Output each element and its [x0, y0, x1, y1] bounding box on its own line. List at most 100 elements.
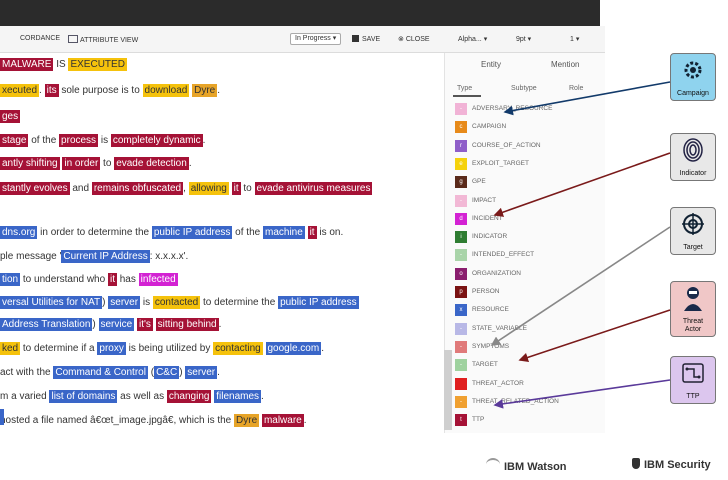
entity-type-swatch: x — [455, 304, 467, 317]
ttp-label: TTP — [686, 393, 700, 400]
entity-mention[interactable]: it — [231, 182, 241, 195]
line-text: act with the — [0, 367, 54, 378]
line-text: to — [100, 158, 115, 169]
indicator-badge: Indicator — [670, 133, 716, 181]
close-button[interactable]: ⊗ CLOSE — [398, 35, 430, 43]
entity-mention[interactable]: server — [108, 296, 141, 309]
entity-mention[interactable]: it's — [136, 318, 153, 331]
panel-scrollbar[interactable] — [444, 350, 452, 430]
entity-type-swatch: g — [455, 176, 467, 189]
entity-mention[interactable]: tion — [0, 273, 21, 286]
entity-type-swatch: - — [455, 340, 467, 353]
document-line: versal Utilities for NAT) server is cont… — [0, 295, 359, 311]
ibm-watson-label: IBM Watson — [504, 461, 567, 473]
save-button-label: SAVE — [362, 36, 381, 43]
save-button[interactable]: SAVE — [352, 35, 380, 43]
tab-attribute-view[interactable]: ATTRIBUTE VIEW — [68, 35, 138, 44]
entity-mention[interactable]: versal Utilities for NAT — [0, 296, 103, 309]
entity-type-name: EXPLOIT_TARGET — [472, 159, 529, 167]
entity-mention[interactable]: allowing — [188, 182, 229, 195]
entity-mention[interactable]: changing — [166, 390, 212, 403]
entity-mention[interactable]: download — [142, 84, 190, 97]
tab-mention[interactable]: Mention — [551, 60, 579, 69]
entity-mention[interactable]: in order — [62, 157, 101, 170]
document-line: MALWARE IS EXECUTED — [0, 57, 127, 73]
entity-mention[interactable]: Command & Control — [53, 366, 148, 379]
entity-mention[interactable]: Dyre — [234, 414, 260, 427]
subtab-type[interactable]: Type — [457, 85, 472, 92]
line-text: of the — [28, 135, 60, 146]
entity-mention[interactable]: service — [98, 318, 135, 331]
entity-mention[interactable]: C&C — [154, 366, 180, 379]
entity-mention[interactable]: antly shifting — [0, 157, 60, 170]
entity-mention[interactable]: malware — [261, 414, 304, 427]
subtab-subtype[interactable]: Subtype — [511, 85, 537, 92]
tab-coreference[interactable]: CORDANCE — [20, 35, 60, 42]
document-line: stantly evolves and remains obfuscated, … — [0, 181, 373, 197]
entity-mention[interactable]: remains obfuscated — [91, 182, 184, 195]
entity-mention[interactable]: public IP address — [278, 296, 359, 309]
entity-mention[interactable]: xecuted — [0, 84, 40, 97]
entity-type-name: PERSON — [472, 288, 500, 295]
entity-mention[interactable]: google.com — [265, 342, 322, 355]
entity-type-swatch: - — [455, 194, 467, 207]
font-size-select-value: 9pt — [516, 36, 526, 43]
ibm-watson-logo: IBM Watson — [486, 458, 567, 473]
document-line: xecuted. its sole purpose is to download… — [0, 83, 220, 99]
line-text: to — [240, 183, 255, 194]
entity-type-name: STATE_VARIABLE — [472, 324, 527, 332]
entity-mention[interactable]: Address Translation — [0, 318, 93, 331]
threat-actor-badge: Threat Actor — [670, 281, 716, 337]
entity-mention[interactable]: it — [107, 273, 117, 286]
gears-icon — [684, 61, 702, 79]
entity-mention[interactable]: stantly evolves — [0, 182, 70, 195]
entity-mention[interactable]: evade detection — [114, 157, 189, 170]
entity-type-name: TARGET — [472, 361, 498, 369]
entity-mention[interactable]: its — [44, 84, 59, 97]
line-text: of the — [232, 227, 263, 238]
entity-mention[interactable]: infected — [138, 273, 178, 286]
entity-mention[interactable]: evade antivirus measures — [254, 182, 373, 195]
entity-mention[interactable]: public IP address — [151, 226, 233, 239]
line-text: is being utilized by — [125, 343, 214, 354]
entity-mention[interactable]: dns.org — [0, 226, 38, 239]
subtab-role[interactable]: Role — [569, 85, 583, 92]
line-text: to determine if a — [20, 343, 98, 354]
tab-entity[interactable]: Entity — [481, 60, 501, 69]
entity-type-swatch: - — [455, 322, 467, 335]
line-text: . — [39, 85, 45, 96]
entity-mention[interactable]: EXECUTED — [68, 58, 127, 71]
entity-mention[interactable]: filenames — [214, 390, 262, 403]
line-text: is — [140, 297, 153, 308]
font-size-select[interactable]: 9pt ▾ — [516, 35, 531, 43]
zoom-select[interactable]: 1 ▾ — [570, 35, 579, 43]
selection-marker — [0, 409, 4, 425]
entity-mention[interactable]: Dyre — [192, 84, 218, 97]
status-select[interactable]: In Progress ▾ — [290, 33, 342, 45]
entity-mention[interactable]: ges — [0, 110, 21, 123]
line-text: . — [321, 343, 324, 354]
close-icon: ⊗ — [398, 36, 404, 43]
line-text: sole purpose is to — [58, 85, 143, 96]
sort-select[interactable]: Alpha... ▾ — [458, 35, 487, 43]
entity-mention[interactable]: server — [185, 366, 218, 379]
entity-mention[interactable]: ked — [0, 342, 21, 355]
entity-type-name: CAMPAIGN — [472, 123, 507, 131]
entity-mention[interactable]: contacted — [152, 296, 201, 309]
entity-mention[interactable]: stage — [0, 134, 29, 147]
entity-mention[interactable]: completely dynamic — [110, 134, 203, 147]
line-text: . — [261, 391, 264, 402]
entity-mention[interactable]: MALWARE — [0, 58, 54, 71]
entity-mention[interactable]: contacting — [213, 342, 263, 355]
entity-mention[interactable]: it — [307, 226, 317, 239]
entity-mention[interactable]: Current IP Address — [61, 250, 150, 263]
entity-mention[interactable]: list of domains — [49, 390, 118, 403]
document-line: Address Translation) service it's sittin… — [0, 317, 221, 333]
entity-mention[interactable]: machine — [262, 226, 305, 239]
entity-mention[interactable]: proxy — [97, 342, 126, 355]
entity-mention[interactable]: process — [59, 134, 99, 147]
line-text: . — [202, 135, 206, 146]
entity-type-swatch: - — [455, 395, 467, 408]
entity-mention[interactable]: sitting behind — [155, 318, 219, 331]
document-line: ked to determine if a proxy is being uti… — [0, 341, 324, 357]
